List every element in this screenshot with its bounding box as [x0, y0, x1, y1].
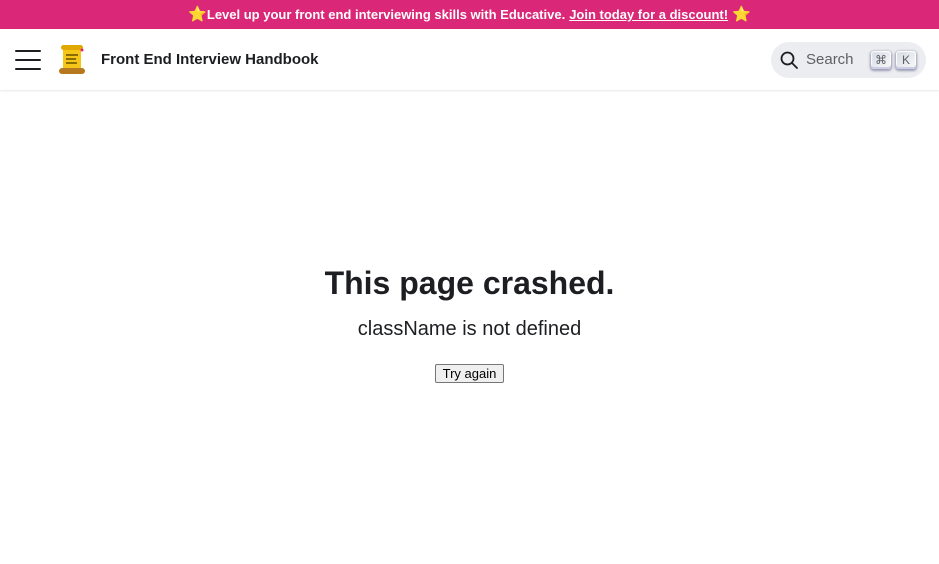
k-key: K [896, 50, 916, 69]
search-icon [780, 51, 798, 69]
brand-title[interactable]: Front End Interview Handbook [101, 51, 319, 68]
hamburger-menu-icon[interactable] [15, 49, 41, 70]
search-button[interactable]: Search ⌘ K [771, 41, 926, 78]
announcement-link[interactable]: Join today for a discount! [569, 7, 728, 22]
star-icon: ⭐ [732, 6, 751, 23]
announcement-bar: ⭐ Level up your front end interviewing s… [0, 0, 939, 29]
navbar: Front End Interview Handbook Search ⌘ K [0, 29, 939, 90]
star-icon: ⭐ [188, 6, 207, 23]
error-message: className is not defined [357, 318, 582, 340]
error-container: This page crashed. className is not defi… [0, 90, 939, 564]
scroll-logo-icon[interactable] [54, 42, 90, 78]
search-label: Search [806, 51, 854, 68]
announcement-text: Level up your front end interviewing ski… [206, 7, 566, 22]
try-again-button[interactable]: Try again [434, 364, 505, 383]
command-key-icon: ⌘ [871, 50, 891, 69]
error-title: This page crashed. [324, 265, 615, 301]
